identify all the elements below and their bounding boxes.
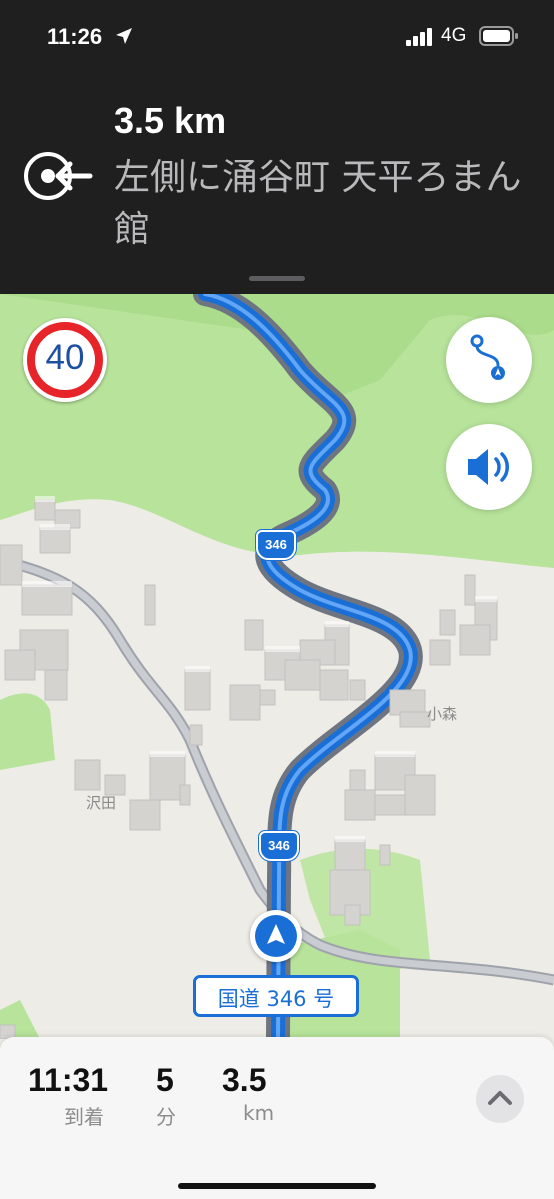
maneuver-instruction: 左側に涌谷町 天平ろまん館 — [114, 157, 522, 250]
place-label: 沢田 — [86, 794, 117, 812]
current-location-puck — [250, 910, 302, 962]
expand-sheet-button[interactable] — [476, 1075, 524, 1123]
navigation-arrow-icon — [267, 924, 285, 944]
navigation-banner[interactable]: 11:26 4G 3.5 km 左側に涌谷町 天平ろまん館 — [0, 0, 554, 294]
route-shield: 346 — [256, 530, 296, 560]
remaining-distance: 3.5 — [222, 1062, 267, 1098]
arrival-time: 11:31 — [28, 1062, 109, 1098]
maneuver-distance: 3.5 km — [114, 100, 227, 141]
battery-icon — [479, 26, 519, 50]
status-bar: 11:26 4G — [0, 0, 554, 70]
route-overview-icon — [470, 334, 505, 380]
banner-grabber[interactable] — [249, 276, 305, 281]
chevron-up-icon — [488, 1091, 512, 1105]
arrive-on-left-icon — [22, 148, 94, 208]
route-shield: 346 — [259, 831, 299, 861]
distance-unit-label: km — [243, 1101, 275, 1125]
home-indicator[interactable] — [178, 1183, 376, 1189]
route-overview-button[interactable] — [446, 317, 532, 403]
location-arrow-icon — [114, 26, 134, 50]
status-time: 11:26 — [47, 24, 103, 49]
speed-limit-sign: 40 — [23, 318, 107, 402]
trip-summary-sheet[interactable]: 11:31 到着 5 分 3.5 km — [0, 1037, 554, 1199]
network-type: 4G — [441, 25, 467, 46]
speaker-icon — [468, 449, 509, 485]
audio-button[interactable] — [446, 424, 532, 510]
place-label: 小森 — [427, 705, 458, 723]
speed-limit-value: 40 — [45, 338, 85, 377]
current-road-label: 国道 346 号 — [193, 975, 359, 1017]
cellular-signal-icon — [406, 28, 434, 50]
remaining-minutes: 5 — [156, 1062, 174, 1098]
minutes-label: 分 — [156, 1105, 176, 1129]
arrival-label: 到着 — [64, 1105, 104, 1129]
